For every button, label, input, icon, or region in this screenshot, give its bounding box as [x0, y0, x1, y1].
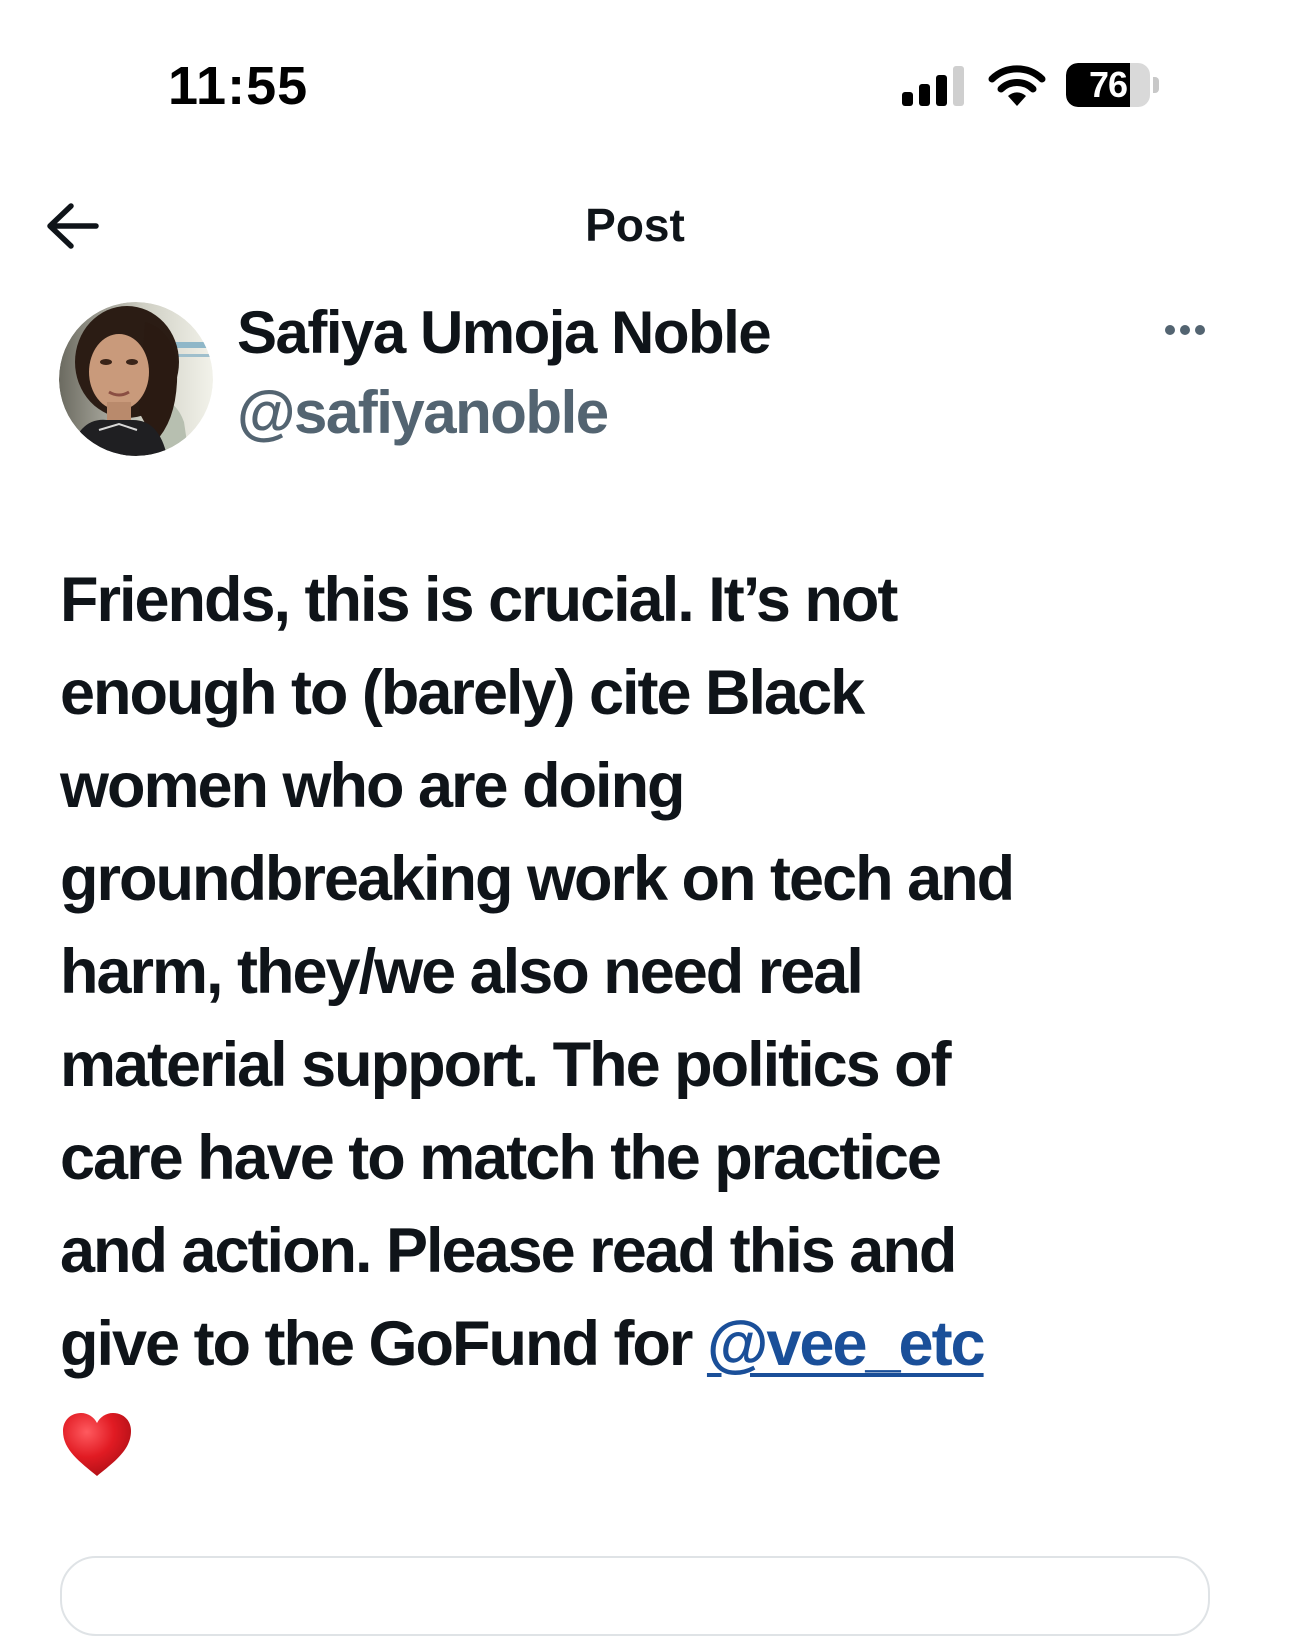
- post-text-line: material support. The politics of: [60, 1030, 952, 1100]
- post-text-last-line: give to the GoFund for @vee_etc: [60, 1298, 1240, 1391]
- post-text: Friends, this is crucial. It’s not enoug…: [60, 554, 1240, 1484]
- status-time: 11:55: [168, 56, 309, 116]
- mention-link[interactable]: @vee_etc: [707, 1309, 986, 1379]
- post-text-line: groundbreaking work on tech and: [60, 844, 1015, 914]
- battery-nub: [1153, 77, 1159, 93]
- wifi-icon: [988, 65, 1046, 106]
- post-text-line: Friends, this is crucial. It’s not: [60, 565, 898, 635]
- post-text-line: harm, they/we also need real: [60, 937, 864, 1007]
- status-bar: 11:55 76: [0, 0, 1290, 150]
- post-text-line: care have to match the practice: [60, 1123, 942, 1193]
- author-name[interactable]: Safiya Umoja Noble: [237, 298, 772, 368]
- battery-icon: 76: [1066, 63, 1160, 107]
- post-header: Post: [0, 180, 1290, 270]
- post-text-line: and action. Please read this and: [60, 1216, 957, 1286]
- page-title: Post: [585, 199, 685, 251]
- author-handle[interactable]: @safiyanoble: [237, 378, 609, 448]
- quoted-card[interactable]: [60, 1556, 1210, 1636]
- red-heart-icon: [63, 1413, 131, 1477]
- battery-level: 76: [1088, 64, 1128, 105]
- avatar[interactable]: [59, 302, 213, 456]
- post-text-line: women who are doing: [60, 751, 686, 821]
- post-text-prefix: give to the GoFund for: [60, 1309, 707, 1379]
- more-horizontal-icon[interactable]: [1150, 305, 1220, 355]
- post-text-line: enough to (barely) cite Black: [60, 658, 865, 728]
- cellular-signal-icon: [902, 66, 964, 106]
- post-emoji-line: [60, 1391, 1240, 1484]
- battery-body: 76: [1066, 63, 1150, 107]
